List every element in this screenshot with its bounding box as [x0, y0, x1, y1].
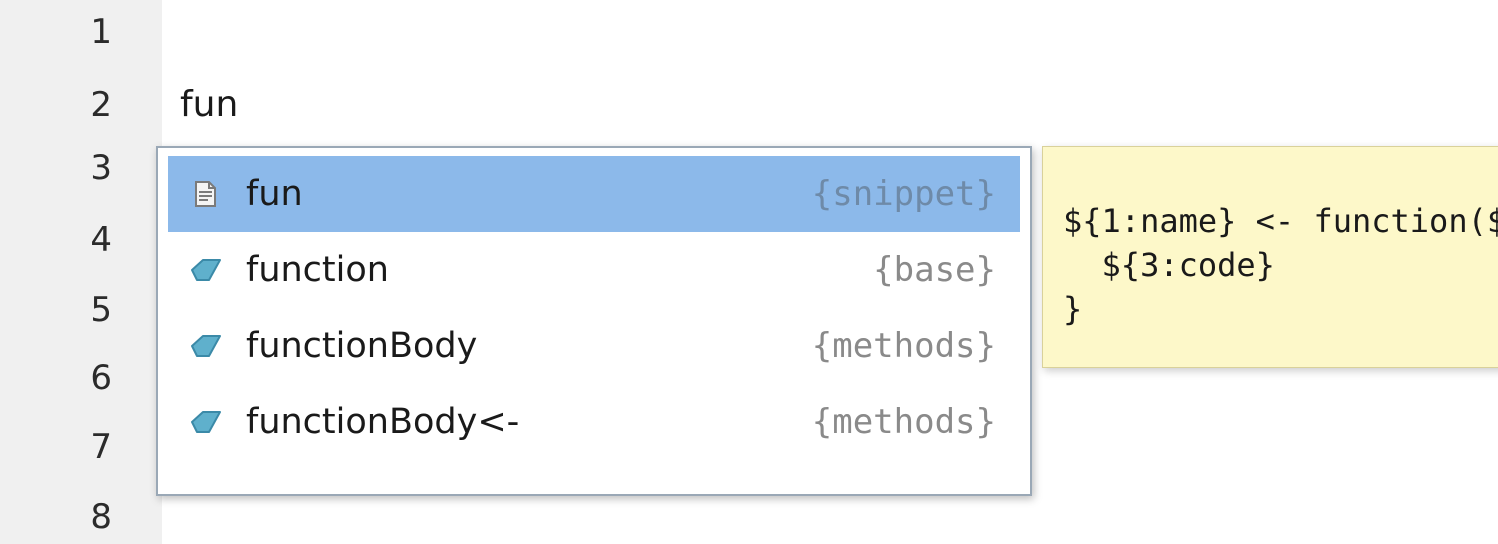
line-number: 3: [90, 148, 112, 188]
line-number: 8: [90, 497, 112, 537]
function-icon: [186, 326, 226, 366]
tooltip-line: ${1:name} <- function(${2:variables}) {: [1063, 202, 1498, 240]
function-icon: [186, 402, 226, 442]
line-number-gutter: 1 2 3 4 5 6 7 8: [0, 0, 162, 544]
completion-item-name: functionBody: [246, 326, 478, 366]
tooltip-line: }: [1063, 290, 1083, 328]
line-number: 7: [90, 427, 112, 467]
completion-item-source: {snippet}: [811, 174, 996, 214]
completion-item-name: functionBody<-: [246, 402, 520, 442]
function-icon: [186, 250, 226, 290]
completion-item-fun[interactable]: fun {snippet}: [168, 156, 1020, 232]
code-editor[interactable]: 1 2 3 4 5 6 7 8 fun fun {snippet} functi…: [0, 0, 1498, 544]
code-text[interactable]: fun: [180, 83, 238, 127]
completion-item-source: {methods}: [811, 402, 996, 442]
line-number: 2: [90, 85, 112, 125]
snippet-icon: [186, 174, 226, 214]
completion-item-functionbody-assign[interactable]: functionBody<- {methods}: [168, 384, 1020, 460]
line-number: 1: [90, 12, 112, 52]
completion-item-function[interactable]: function {base}: [168, 232, 1020, 308]
snippet-preview-tooltip: ${1:name} <- function(${2:variables}) { …: [1042, 146, 1498, 368]
completion-item-name: function: [246, 250, 389, 290]
line-number: 6: [90, 358, 112, 398]
completion-item-name: fun: [246, 174, 303, 214]
completion-item-source: {methods}: [811, 326, 996, 366]
line-number: 4: [90, 220, 112, 260]
autocomplete-popup[interactable]: fun {snippet} function {base} functionBo…: [156, 146, 1032, 496]
completion-item-functionbody[interactable]: functionBody {methods}: [168, 308, 1020, 384]
tooltip-line: ${3:code}: [1063, 246, 1275, 284]
line-number: 5: [90, 290, 112, 330]
completion-item-source: {base}: [873, 250, 996, 290]
